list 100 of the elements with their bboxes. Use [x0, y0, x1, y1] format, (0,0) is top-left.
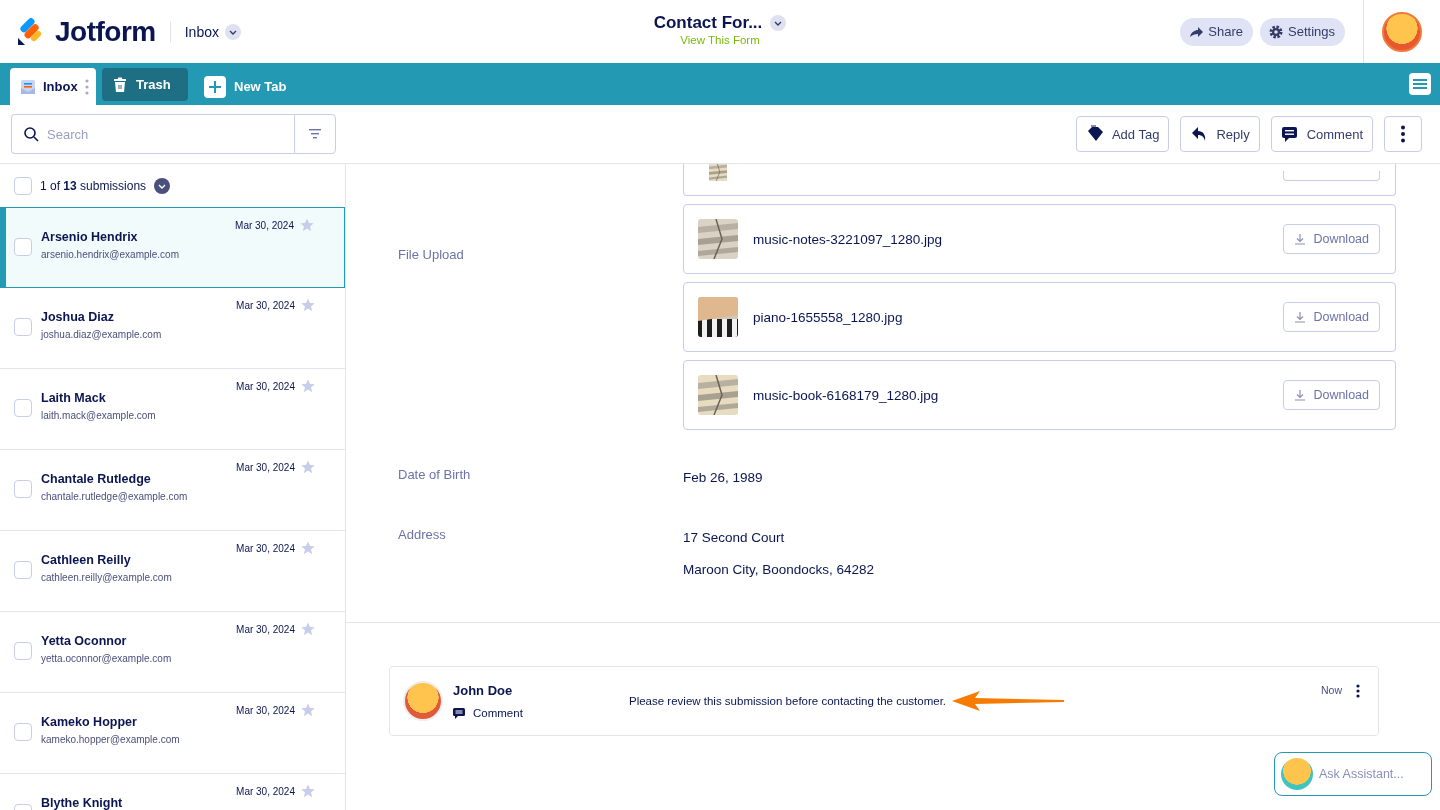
checkbox[interactable]: [14, 238, 32, 256]
chevron-down-icon: [154, 177, 171, 194]
submission-count: 1 of 13 submissions: [40, 178, 147, 193]
submitter-name: Kameko Hopper: [41, 715, 138, 729]
file-name: piano-1655558_1280.jpg: [753, 309, 903, 325]
submitter-name: Joshua Diaz: [41, 310, 115, 324]
field-value: Maroon City, Boondocks, 64282: [683, 561, 876, 579]
assistant-avatar: [1281, 758, 1313, 790]
tab[interactable]: Trash: [102, 68, 188, 101]
field-value: Feb 26, 1989: [683, 469, 764, 487]
submitter-name: Cathleen Reilly: [41, 553, 132, 567]
submitter-email: joshua.diaz@example.com: [41, 329, 163, 340]
arrow-icon: [950, 689, 1067, 713]
submission-date: Mar 30, 2024: [236, 299, 295, 311]
submitter-name: Laith Mack: [41, 391, 107, 405]
star-icon: [300, 218, 314, 232]
star-icon: [301, 622, 315, 636]
menu-button[interactable]: [1409, 73, 1431, 95]
submission-item[interactable]: Kameko Hopper kameko.hopper@example.com Mar 30, 2024: [0, 693, 345, 774]
comment-button[interactable]: Comment: [1270, 116, 1373, 152]
submission-date: Mar 30, 2024: [236, 380, 295, 392]
comment-icon: [453, 707, 465, 719]
field-label: File Upload: [397, 246, 465, 264]
submitter-email: kameko.hopper@example.com: [41, 734, 181, 745]
more-vertical-icon: [1401, 125, 1405, 143]
checkbox[interactable]: [14, 399, 32, 417]
comment-time: Now: [1321, 684, 1342, 696]
inbox-icon: [20, 78, 36, 95]
checkbox[interactable]: [14, 176, 32, 195]
submission-date: Mar 30, 2024: [236, 461, 295, 473]
star-icon: [301, 784, 315, 798]
comment-type: Comment: [473, 707, 523, 719]
user-avatar[interactable]: [1382, 11, 1422, 52]
star-icon: [301, 541, 315, 555]
logo-text: Jotform: [55, 15, 156, 48]
checkbox[interactable]: [14, 318, 32, 336]
more-button[interactable]: [1384, 116, 1422, 152]
submitter-name: Yetta Oconnor: [41, 634, 128, 648]
settings-icon: [1268, 23, 1284, 40]
submitter-email: cathleen.reilly@example.com: [41, 572, 173, 583]
form-title: Contact For...: [653, 13, 763, 33]
download-icon: [1294, 311, 1307, 323]
settings-button[interactable]: Settings: [1260, 17, 1345, 46]
checkbox[interactable]: [14, 480, 32, 498]
user-avatar: [403, 681, 443, 721]
section-dropdown[interactable]: Inbox: [184, 23, 241, 40]
submission-date: Mar 30, 2024: [236, 623, 295, 635]
submitter-email: yetta.oconnor@example.com: [41, 653, 173, 664]
submission-item[interactable]: Laith Mack laith.mack@example.com Mar 30, 2024: [0, 369, 345, 450]
submitter-name: Arsenio Hendrix: [41, 230, 139, 244]
trash-icon: [112, 76, 128, 93]
submitter-name: Blythe Knight: [41, 796, 124, 810]
submitter-name: Chantale Rutledge: [41, 472, 152, 486]
search-icon: [23, 126, 39, 142]
comment-icon: [1280, 125, 1299, 143]
filter-button[interactable]: [294, 114, 336, 154]
more-vertical-icon: [1356, 684, 1360, 698]
checkbox[interactable]: [14, 723, 32, 741]
field-label: Address: [397, 526, 447, 544]
chevron-down-icon: [770, 15, 787, 31]
submission-date: Mar 30, 2024: [236, 542, 295, 554]
submitter-email: arsenio.hendrix@example.com: [41, 249, 180, 260]
filter-icon: [309, 129, 321, 139]
reply-button[interactable]: Reply: [1180, 116, 1260, 152]
download-button[interactable]: Download: [1283, 224, 1380, 254]
submission-date: Mar 30, 2024: [235, 219, 294, 231]
submission-item[interactable]: Blythe Knight Mar 30, 2024: [0, 774, 345, 810]
chevron-down-icon: [225, 23, 241, 40]
tag-icon: [1085, 125, 1104, 143]
submission-item[interactable]: Chantale Rutledge chantale.rutledge@example.com Mar 30, 2024: [0, 450, 345, 531]
star-icon: [301, 703, 315, 717]
menu-icon: [1413, 78, 1427, 90]
star-icon: [301, 379, 315, 393]
more-vertical-icon: [84, 78, 89, 95]
submitter-email: laith.mack@example.com: [41, 410, 157, 421]
share-button[interactable]: Share: [1180, 17, 1253, 46]
star-icon: [301, 460, 315, 474]
submission-item[interactable]: Arsenio Hendrix arsenio.hendrix@example.com Mar 30, 2024: [0, 207, 345, 288]
submission-item[interactable]: Yetta Oconnor yetta.oconnor@example.com Mar 30, 2024: [0, 612, 345, 693]
field-label: Date of Birth: [397, 466, 472, 484]
plus-icon: [204, 75, 226, 98]
download-button[interactable]: Download: [1283, 302, 1380, 332]
submission-date: Mar 30, 2024: [236, 704, 295, 716]
submission-item[interactable]: Cathleen Reilly cathleen.reilly@example.com Mar 30, 2024: [0, 531, 345, 612]
download-icon: [1294, 233, 1307, 245]
comment-text: Please review this submission before contacting the customer.: [629, 695, 947, 707]
submitter-email: chantale.rutledge@example.com: [41, 491, 189, 502]
tab[interactable]: Inbox: [10, 68, 96, 105]
add-tag-button[interactable]: Add Tag: [1075, 116, 1170, 152]
comment-author: John Doe: [453, 683, 514, 698]
star-icon: [301, 298, 315, 312]
submission-item[interactable]: Joshua Diaz joshua.diaz@example.com Mar 30, 2024: [0, 288, 345, 369]
download-icon: [1294, 389, 1307, 401]
download-button[interactable]: Download: [1283, 380, 1380, 410]
checkbox[interactable]: [14, 561, 32, 579]
field-value: 17 Second Court: [683, 529, 786, 547]
search-field[interactable]: Search: [11, 114, 294, 154]
checkbox[interactable]: [14, 642, 32, 660]
download-button[interactable]: [1283, 171, 1380, 181]
submission-date: Mar 30, 2024: [236, 785, 295, 797]
